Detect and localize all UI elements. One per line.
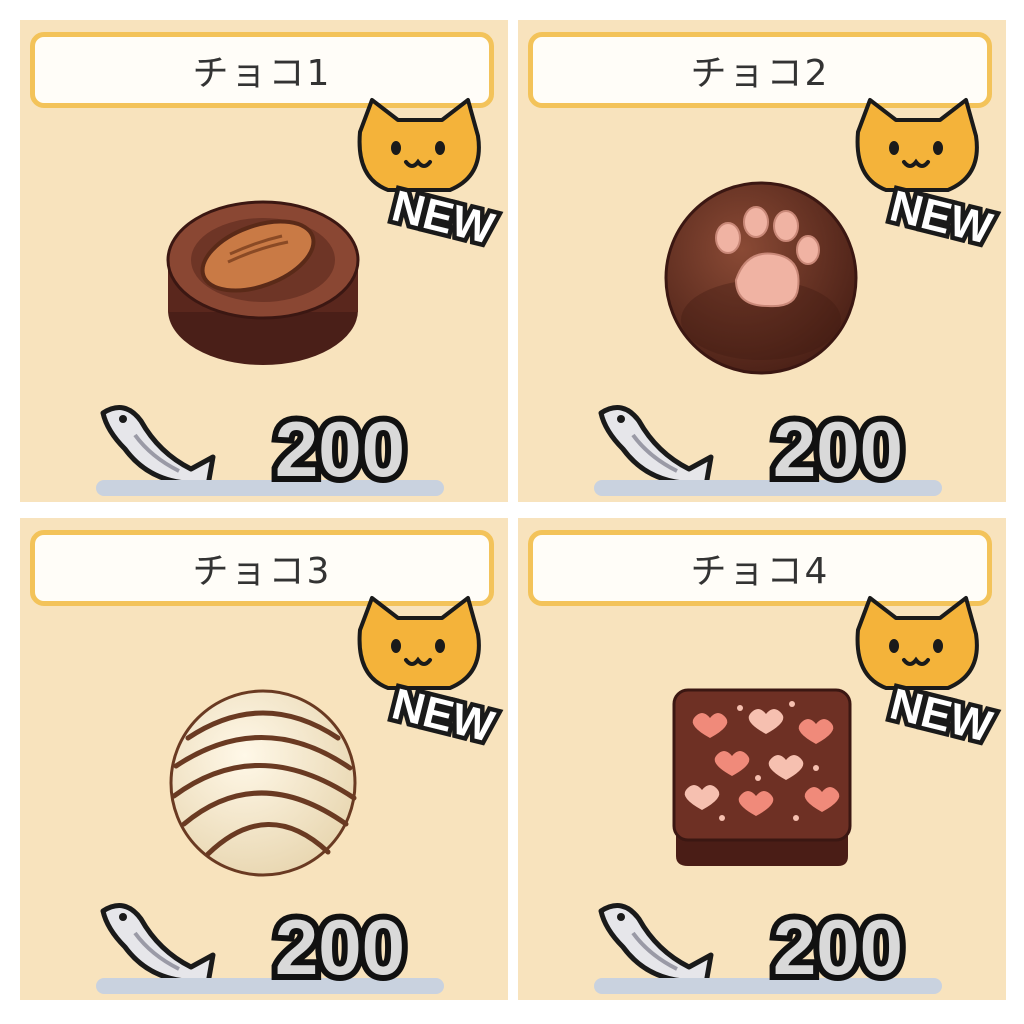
- new-cat-badge-icon: NEW: [855, 596, 1002, 750]
- item-name: チョコ3: [192, 551, 332, 592]
- new-cat-badge-icon: NEW: [357, 596, 504, 750]
- new-badge-text: NEW: [387, 181, 499, 252]
- almond-chocolate-icon: [166, 200, 360, 365]
- shop-item-card[interactable]: チョコ3 NEW 200: [20, 518, 508, 1000]
- new-badge-text: NEW: [387, 679, 499, 750]
- price-text: 200: [275, 903, 405, 990]
- paw-chocolate-icon: [664, 181, 858, 375]
- price-label: 200: [767, 402, 909, 492]
- new-badge-text: NEW: [885, 181, 997, 252]
- shop-item-card[interactable]: チョコ2 NEW 200: [518, 20, 1006, 502]
- new-badge-text: NEW: [885, 679, 997, 750]
- price-label: 200: [269, 900, 411, 990]
- new-cat-badge-icon: NEW: [357, 98, 504, 252]
- price-label: 200: [269, 402, 411, 492]
- heart-square-chocolate-icon: [672, 688, 852, 866]
- striped-truffle-icon: [169, 689, 357, 877]
- item-name: チョコ4: [690, 551, 830, 592]
- price-label: 200: [767, 900, 909, 990]
- shop-item-card[interactable]: チョコ4 NEW 200: [518, 518, 1006, 1000]
- item-name: チョコ1: [192, 53, 332, 94]
- price-text: 200: [773, 903, 903, 990]
- shop-item-card[interactable]: チョコ1 NEW 200: [20, 20, 508, 502]
- new-cat-badge-icon: NEW: [855, 98, 1002, 252]
- price-text: 200: [275, 405, 405, 492]
- price-text: 200: [773, 405, 903, 492]
- item-name: チョコ2: [690, 53, 830, 94]
